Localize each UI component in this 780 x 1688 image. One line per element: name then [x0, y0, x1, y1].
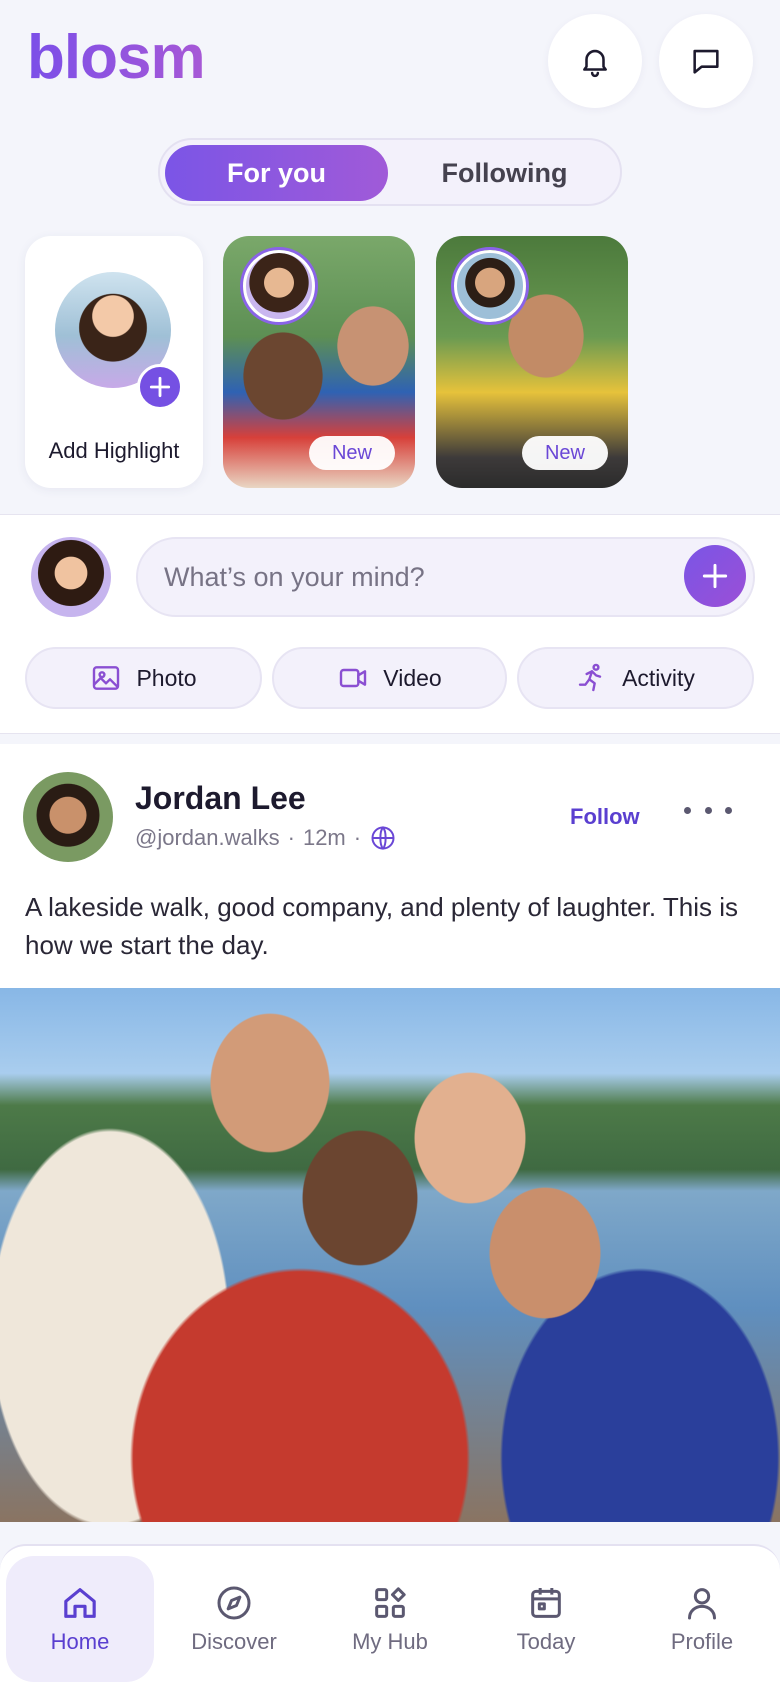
activity-button[interactable]: Activity	[517, 647, 754, 709]
story-card[interactable]: New	[436, 236, 628, 488]
post-time: 12m	[302, 825, 346, 850]
meta-separator: ·	[287, 825, 295, 850]
running-person-icon	[578, 663, 602, 692]
nav-discover-label: Discover	[191, 1629, 277, 1654]
tab-for-you[interactable]: For you	[165, 145, 388, 201]
chat-bubble-icon	[693, 49, 719, 74]
post-composer: What’s on your mind? Photo Video Activit…	[0, 514, 780, 734]
author-avatar[interactable]	[23, 772, 113, 862]
photo-button[interactable]: Photo	[25, 647, 262, 709]
messages-button[interactable]	[659, 14, 753, 108]
post-photo[interactable]	[0, 988, 780, 1522]
my-avatar	[31, 537, 111, 617]
meta-separator: ·	[353, 825, 362, 850]
nav-today-label: Today	[516, 1629, 576, 1654]
add-highlight-label: Add Highlight	[48, 438, 180, 463]
bottom-navigation: Home Discover My Hub Today Profile	[0, 1544, 780, 1688]
image-icon	[93, 666, 120, 690]
add-highlight-card[interactable]: Add Highlight	[25, 236, 203, 488]
plus-icon	[702, 563, 728, 589]
highlights-row: Add Highlight New New	[0, 236, 780, 490]
post-text: A lakeside walk, good company, and plent…	[25, 892, 739, 960]
video-label: Video	[383, 664, 442, 691]
compass-icon	[217, 1586, 251, 1620]
tab-following[interactable]: Following	[393, 145, 616, 201]
calendar-icon	[531, 1588, 561, 1618]
dot	[684, 806, 691, 814]
author-name[interactable]: Jordan Lee	[135, 780, 306, 817]
photo-label: Photo	[136, 664, 197, 691]
app-logo[interactable]: blosm	[27, 22, 206, 94]
create-post-button[interactable]	[684, 545, 746, 607]
feed-post: Jordan Lee @jordan.walks · 12m · Follow …	[0, 744, 780, 1522]
grid-icon	[375, 1587, 406, 1618]
activity-label: Activity	[622, 664, 695, 691]
nav-today[interactable]: Today	[472, 1556, 620, 1682]
follow-button[interactable]: Follow	[570, 804, 640, 830]
nav-discover[interactable]: Discover	[160, 1556, 308, 1682]
plus-icon	[149, 376, 171, 398]
nav-profile-label: Profile	[670, 1629, 734, 1654]
dot	[725, 806, 732, 814]
nav-home[interactable]: Home	[6, 1556, 154, 1682]
nav-home-label: Home	[50, 1629, 110, 1654]
story-avatar	[454, 250, 526, 322]
bell-icon	[583, 49, 607, 78]
globe-icon	[371, 826, 395, 850]
feed-toggle: For you Following	[158, 138, 622, 206]
post-meta: @jordan.walks · 12m ·	[135, 824, 397, 852]
story-avatar	[243, 250, 315, 322]
add-highlight-button[interactable]	[137, 364, 183, 410]
nav-my-hub-label: My Hub	[352, 1629, 428, 1654]
story-card[interactable]: New	[223, 236, 415, 488]
more-options-button[interactable]	[684, 792, 732, 828]
whats-on-your-mind-input[interactable]: What’s on your mind?	[136, 537, 755, 617]
home-icon	[64, 1588, 96, 1618]
nav-profile[interactable]: Profile	[628, 1556, 776, 1682]
dot	[704, 806, 712, 814]
video-camera-icon	[340, 668, 367, 688]
story-new-badge: New	[309, 436, 395, 470]
person-icon	[688, 1588, 716, 1620]
author-handle: @jordan.walks	[135, 825, 280, 850]
nav-my-hub[interactable]: My Hub	[316, 1556, 464, 1682]
notifications-button[interactable]	[548, 14, 642, 108]
app-header: blosm	[0, 0, 780, 120]
story-new-badge: New	[522, 436, 608, 470]
video-button[interactable]: Video	[272, 647, 507, 709]
